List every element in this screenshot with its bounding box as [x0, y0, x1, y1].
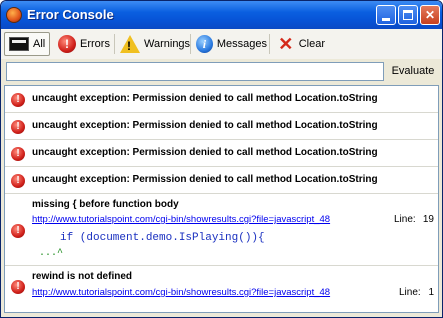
source-link[interactable]: http://www.tutorialspoint.com/cgi-bin/sh…: [32, 214, 330, 225]
clear-label: Clear: [298, 38, 325, 50]
line-label: Line:: [394, 214, 416, 225]
info-icon: i: [196, 35, 213, 53]
line-number: 1: [428, 287, 434, 298]
list-item[interactable]: ! uncaught exception: Permission denied …: [5, 140, 438, 167]
error-console-window: Error Console ✕ All ! Errors ! Warnings …: [0, 0, 443, 318]
error-message: uncaught exception: Permission denied to…: [32, 93, 378, 104]
error-message: missing { before function body: [32, 199, 179, 210]
error-icon: !: [11, 147, 25, 161]
toolbar-separator: [269, 34, 270, 54]
close-icon: ✕: [424, 8, 436, 22]
source-link[interactable]: http://www.tutorialspoint.com/cgi-bin/sh…: [32, 287, 330, 298]
messages-button[interactable]: i Messages: [193, 32, 267, 56]
warnings-button[interactable]: ! Warnings: [117, 32, 191, 56]
error-icon: !: [11, 93, 25, 107]
console-message-list[interactable]: ! uncaught exception: Permission denied …: [4, 85, 439, 313]
firefox-icon: [6, 7, 22, 23]
error-icon: !: [11, 174, 25, 188]
error-message: uncaught exception: Permission denied to…: [32, 174, 378, 185]
warnings-label: Warnings: [144, 38, 191, 50]
error-icon: !: [11, 120, 25, 134]
messages-label: Messages: [216, 38, 267, 50]
line-label: Line:: [399, 287, 421, 298]
maximize-icon: [403, 10, 413, 20]
error-message: uncaught exception: Permission denied to…: [32, 120, 378, 131]
all-button[interactable]: All: [4, 32, 50, 56]
errors-button[interactable]: ! Errors: [55, 32, 113, 56]
list-item[interactable]: ! uncaught exception: Permission denied …: [5, 113, 438, 140]
clear-icon: ✕: [278, 34, 294, 54]
error-icon: !: [11, 280, 25, 294]
error-icon: !: [11, 224, 25, 238]
maximize-button[interactable]: [398, 5, 418, 25]
evaluate-button[interactable]: Evaluate: [389, 62, 437, 81]
all-messages-icon: [9, 37, 29, 51]
error-message: rewind is not defined: [32, 271, 133, 282]
minimize-icon: [382, 18, 390, 21]
line-number: 19: [422, 214, 434, 225]
toolbar-separator: [190, 34, 191, 54]
source-code-line: if (document.demo.IsPlaying()){: [60, 232, 265, 244]
code-input[interactable]: [6, 62, 384, 81]
evaluate-bar: Evaluate: [1, 59, 442, 85]
error-icon: !: [58, 35, 76, 53]
title-bar[interactable]: Error Console ✕: [1, 1, 442, 29]
toolbar-separator: [114, 34, 115, 54]
warning-icon: !: [120, 35, 140, 53]
close-button[interactable]: ✕: [420, 5, 440, 25]
list-item[interactable]: ! uncaught exception: Permission denied …: [5, 167, 438, 194]
all-label: All: [33, 38, 46, 50]
errors-label: Errors: [80, 38, 110, 50]
error-message: uncaught exception: Permission denied to…: [32, 147, 378, 158]
toolbar: All ! Errors ! Warnings i Messages ✕ Cle…: [1, 29, 442, 60]
list-item[interactable]: ! rewind is not defined http://www.tutor…: [5, 266, 438, 312]
minimize-button[interactable]: [376, 5, 396, 25]
clear-button[interactable]: ✕ Clear: [273, 32, 325, 56]
window-title: Error Console: [27, 7, 114, 22]
list-item[interactable]: ! missing { before function body http://…: [5, 194, 438, 266]
error-caret: ...^: [39, 248, 64, 259]
list-item[interactable]: ! uncaught exception: Permission denied …: [5, 86, 438, 113]
